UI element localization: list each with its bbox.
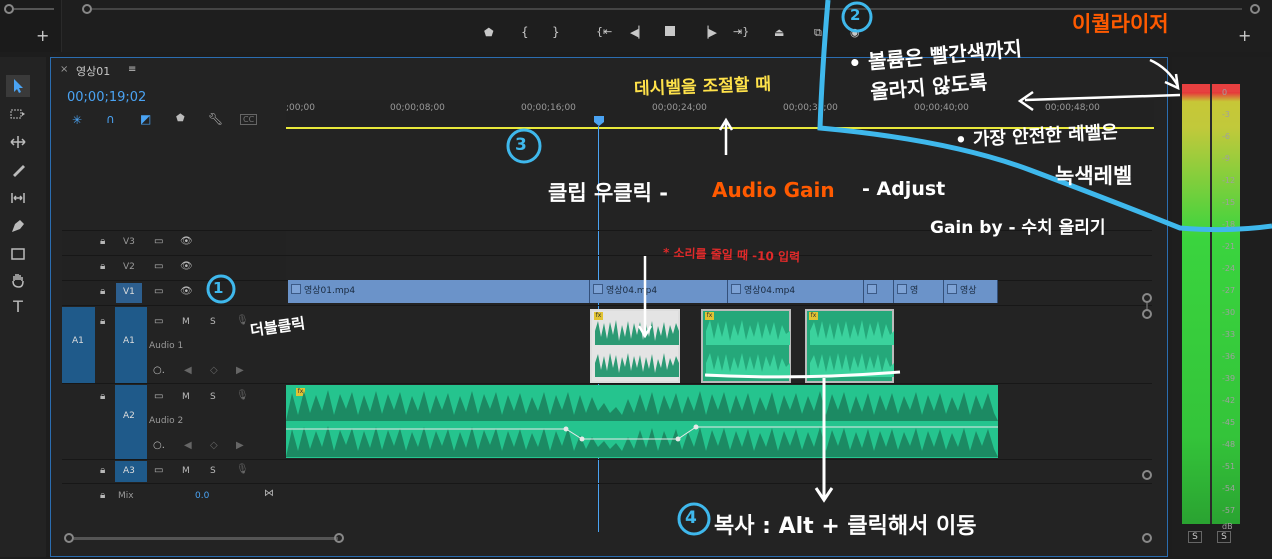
- annotation-step-2: 2: [850, 6, 861, 24]
- annotation-step-1: 1: [213, 279, 224, 297]
- annotation-copy: 복사 : Alt + 클릭해서 이동: [714, 514, 977, 539]
- annotation-adjust: - Adjust: [862, 178, 946, 200]
- annotation-safe-line2: 녹색레벨: [1055, 164, 1133, 188]
- annotation-equalizer: 이퀄라이저: [1072, 12, 1169, 36]
- annotation-right-click: 클립 우클릭 -: [548, 181, 668, 205]
- annotation-decibel: 데시벨을 조절할 때: [633, 74, 772, 100]
- annotation-audio-gain: Audio Gain: [712, 178, 835, 202]
- annotation-step-4: 4: [685, 508, 697, 528]
- annotation-step-3: 3: [515, 135, 527, 155]
- annotation-gain-by: Gain by - 수치 올리기: [930, 218, 1106, 238]
